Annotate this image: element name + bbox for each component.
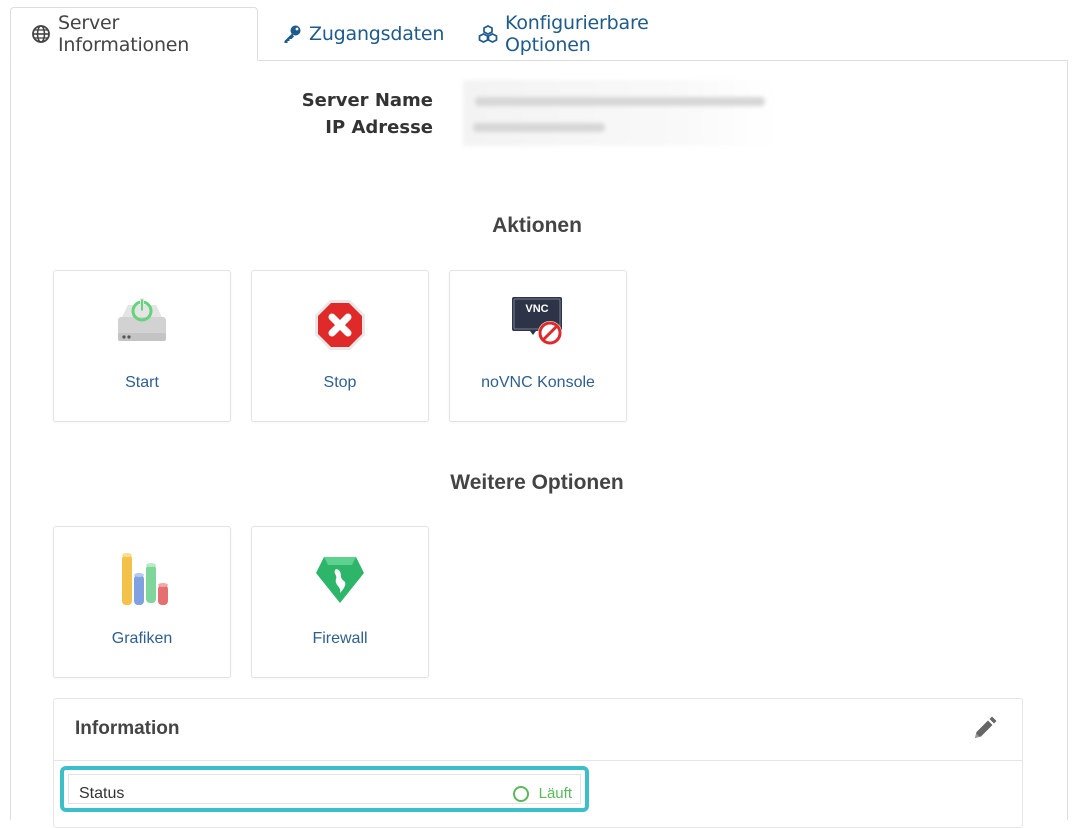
status-row-highlight: Status Läuft	[60, 766, 589, 812]
actions-title: Aktionen	[492, 214, 582, 237]
server-info-values-redacted	[463, 80, 773, 146]
stop-label: Stop	[323, 374, 357, 391]
tab-label: Konfigurierbare Optionen	[505, 11, 649, 56]
stop-button[interactable]: Stop	[251, 270, 429, 422]
server-name-label: Server Name	[301, 90, 433, 111]
start-label: Start	[125, 374, 159, 391]
pencil-icon	[975, 716, 997, 738]
novnc-console-label: noVNC Konsole	[481, 374, 595, 391]
tab-server-informationen[interactable]: Server Informationen	[10, 7, 258, 61]
edit-button[interactable]	[971, 716, 997, 742]
power-drive-icon	[112, 295, 172, 355]
cubes-icon	[478, 24, 498, 44]
more-options-title: Weitere Optionen	[450, 471, 624, 494]
tab-konfigurierbare-optionen[interactable]: Konfigurierbare Optionen	[458, 7, 743, 60]
bar-graph-icon	[112, 551, 172, 611]
vnc-console-disabled-icon: VNC	[508, 295, 568, 355]
tab-zugangsdaten[interactable]: Zugangsdaten	[262, 7, 452, 60]
information-title: Information	[75, 718, 180, 739]
graphs-button[interactable]: Grafiken	[53, 526, 231, 678]
tab-label: Server Informationen	[58, 12, 190, 56]
firewall-label: Firewall	[312, 630, 368, 647]
status-label: Status	[79, 785, 125, 802]
novnc-console-button[interactable]: VNC noVNC Konsole	[449, 270, 627, 422]
tab-label: Zugangsdaten	[309, 22, 445, 45]
key-icon	[282, 24, 302, 44]
stop-sign-icon	[310, 295, 370, 355]
status-value: Läuft	[512, 785, 572, 802]
globe-icon	[31, 24, 51, 44]
ip-address-label: IP Adresse	[325, 117, 433, 138]
status-value-text: Läuft	[538, 785, 572, 802]
status-ring-icon	[512, 785, 529, 802]
status-row: Status Läuft	[68, 774, 581, 804]
server-info-labels: Server Name IP Adresse	[200, 87, 433, 141]
firewall-button[interactable]: Firewall	[251, 526, 429, 678]
start-button[interactable]: Start	[53, 270, 231, 422]
vnc-badge-text: VNC	[525, 303, 548, 315]
graphs-label: Grafiken	[111, 630, 173, 647]
firewall-shield-icon	[310, 551, 370, 611]
information-card-header: Information	[54, 699, 1022, 761]
